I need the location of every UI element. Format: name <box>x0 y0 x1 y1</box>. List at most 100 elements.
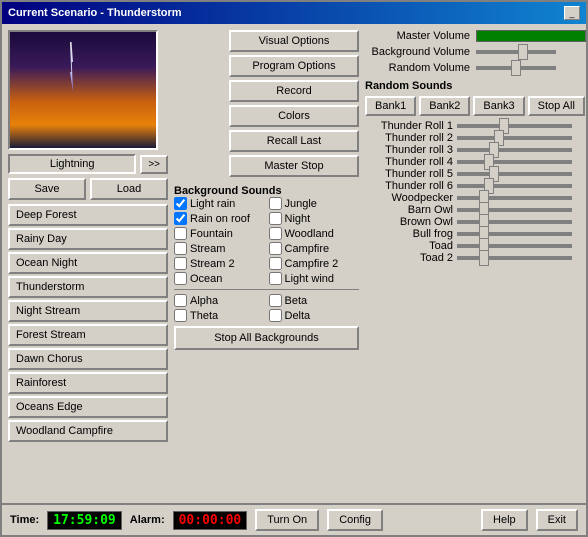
sound-volume-slider[interactable] <box>457 172 572 176</box>
minimize-button[interactable]: _ <box>564 6 580 20</box>
random-volume-slider[interactable] <box>476 66 556 70</box>
turn-on-button[interactable]: Turn On <box>255 509 319 531</box>
top-action-button[interactable]: Record <box>229 80 359 102</box>
bg-sound-label: Fountain <box>190 228 233 240</box>
top-action-button[interactable]: Master Stop <box>229 155 359 177</box>
title-bar: Current Scenario - Thunderstorm _ <box>2 2 586 24</box>
preset-button[interactable]: Forest Stream <box>8 324 168 346</box>
load-button[interactable]: Load <box>90 178 168 200</box>
bg-sound-checkbox[interactable] <box>269 212 282 225</box>
bg-volume-row: Background Volume <box>365 46 586 58</box>
bank-button[interactable]: Bank3 <box>473 96 524 116</box>
sound-volume-slider[interactable] <box>457 232 572 236</box>
brainwave-label: Alpha <box>190 295 218 307</box>
bg-sound-checkbox[interactable] <box>269 227 282 240</box>
bg-sounds-label: Background Sounds <box>174 185 359 197</box>
arrow-button[interactable]: >> <box>140 155 168 174</box>
brainwave-checkbox[interactable] <box>269 294 282 307</box>
top-buttons: Visual Options Program Options Record Color… <box>174 30 359 177</box>
config-button[interactable]: Config <box>327 509 383 531</box>
top-action-button[interactable]: Visual Options <box>229 30 359 52</box>
sound-volume-slider[interactable] <box>457 160 572 164</box>
bg-sound-checkbox-item: Jungle <box>269 197 360 210</box>
bank-button[interactable]: Stop All <box>528 96 585 116</box>
brainwave-checkbox[interactable] <box>269 309 282 322</box>
preset-button[interactable]: Ocean Night <box>8 252 168 274</box>
window-title: Current Scenario - Thunderstorm <box>8 7 182 19</box>
bg-sound-label: Campfire <box>285 243 330 255</box>
preset-button[interactable]: Dawn Chorus <box>8 348 168 370</box>
master-volume-row: Master Volume <box>365 30 586 42</box>
bg-sound-checkbox-item: Campfire <box>269 242 360 255</box>
bg-sound-checkbox-item: Campfire 2 <box>269 257 360 270</box>
random-sounds-label: Random Sounds <box>365 80 586 92</box>
bg-sound-checkbox-item: Stream 2 <box>174 257 265 270</box>
brainwave-checkbox[interactable] <box>174 309 187 322</box>
sound-volume-slider[interactable] <box>457 124 572 128</box>
bg-sound-label: Night <box>285 213 311 225</box>
sound-name-label: Toad 2 <box>365 252 453 264</box>
master-volume-label: Master Volume <box>365 30 470 42</box>
bg-sound-checkbox-item: Fountain <box>174 227 265 240</box>
preset-button[interactable]: Deep Forest <box>8 204 168 226</box>
preset-button[interactable]: Night Stream <box>8 300 168 322</box>
sound-volume-slider[interactable] <box>457 220 572 224</box>
sound-volume-slider[interactable] <box>457 244 572 248</box>
bg-sound-checkbox[interactable] <box>174 197 187 210</box>
sound-volume-slider[interactable] <box>457 184 572 188</box>
bg-sound-checkbox[interactable] <box>174 242 187 255</box>
bg-sound-label: Light wind <box>285 273 335 285</box>
top-action-button[interactable]: Program Options <box>229 55 359 77</box>
random-volume-label: Random Volume <box>365 62 470 74</box>
bg-sound-label: Ocean <box>190 273 222 285</box>
sound-name-label: Thunder Roll 1 <box>365 120 453 132</box>
brainwave-checkbox-item: Theta <box>174 309 265 322</box>
sound-name-label: Thunder roll 4 <box>365 156 453 168</box>
preview-label-row: Lightning >> <box>8 154 168 174</box>
bg-sound-checkbox[interactable] <box>269 272 282 285</box>
preview-box <box>8 30 158 150</box>
time-display: 17:59:09 <box>47 511 122 530</box>
top-action-button[interactable]: Recall Last <box>229 130 359 152</box>
preview-label: Lightning <box>8 154 136 174</box>
sound-name-label: Thunder roll 2 <box>365 132 453 144</box>
bg-sound-checkbox[interactable] <box>269 257 282 270</box>
bg-sound-checkbox[interactable] <box>269 197 282 210</box>
sound-sliders: Thunder Roll 1Thunder roll 2 Thunder roll… <box>365 120 586 264</box>
preset-button[interactable]: Woodland Campfire <box>8 420 168 442</box>
bg-sound-checkbox-item: Night <box>269 212 360 225</box>
master-volume-bar[interactable] <box>476 30 586 42</box>
brainwave-label: Theta <box>190 310 218 322</box>
bg-volume-slider[interactable] <box>476 50 556 54</box>
bank-button[interactable]: Bank1 <box>365 96 416 116</box>
sound-volume-slider[interactable] <box>457 256 572 260</box>
sound-name-label: Bull frog <box>365 228 453 240</box>
bg-sounds-grid: Light rainJungleRain on roofNightFountai… <box>174 197 359 285</box>
brainwave-checkbox-item: Delta <box>269 309 360 322</box>
bg-sound-checkbox[interactable] <box>269 242 282 255</box>
bg-sound-checkbox[interactable] <box>174 212 187 225</box>
preset-button[interactable]: Rainforest <box>8 372 168 394</box>
exit-button[interactable]: Exit <box>536 509 578 531</box>
sound-volume-slider[interactable] <box>457 208 572 212</box>
top-action-button[interactable]: Colors <box>229 105 359 127</box>
preset-button[interactable]: Oceans Edge <box>8 396 168 418</box>
preset-button[interactable]: Thunderstorm <box>8 276 168 298</box>
bg-sound-checkbox[interactable] <box>174 272 187 285</box>
stop-all-backgrounds-button[interactable]: Stop All Backgrounds <box>174 326 359 350</box>
bg-sound-checkbox-item: Light wind <box>269 272 360 285</box>
sound-volume-slider[interactable] <box>457 148 572 152</box>
bg-sound-label: Woodland <box>285 228 334 240</box>
bg-sound-checkbox[interactable] <box>174 227 187 240</box>
preset-button[interactable]: Rainy Day <box>8 228 168 250</box>
sound-volume-slider[interactable] <box>457 136 572 140</box>
bg-sound-checkbox-item: Rain on roof <box>174 212 265 225</box>
sound-volume-slider[interactable] <box>457 196 572 200</box>
brainwave-checkbox[interactable] <box>174 294 187 307</box>
main-window: Current Scenario - Thunderstorm _ Lightn… <box>0 0 588 537</box>
save-button[interactable]: Save <box>8 178 86 200</box>
bg-sound-label: Stream <box>190 243 225 255</box>
help-button[interactable]: Help <box>481 509 528 531</box>
bank-button[interactable]: Bank2 <box>419 96 470 116</box>
bg-sound-checkbox[interactable] <box>174 257 187 270</box>
